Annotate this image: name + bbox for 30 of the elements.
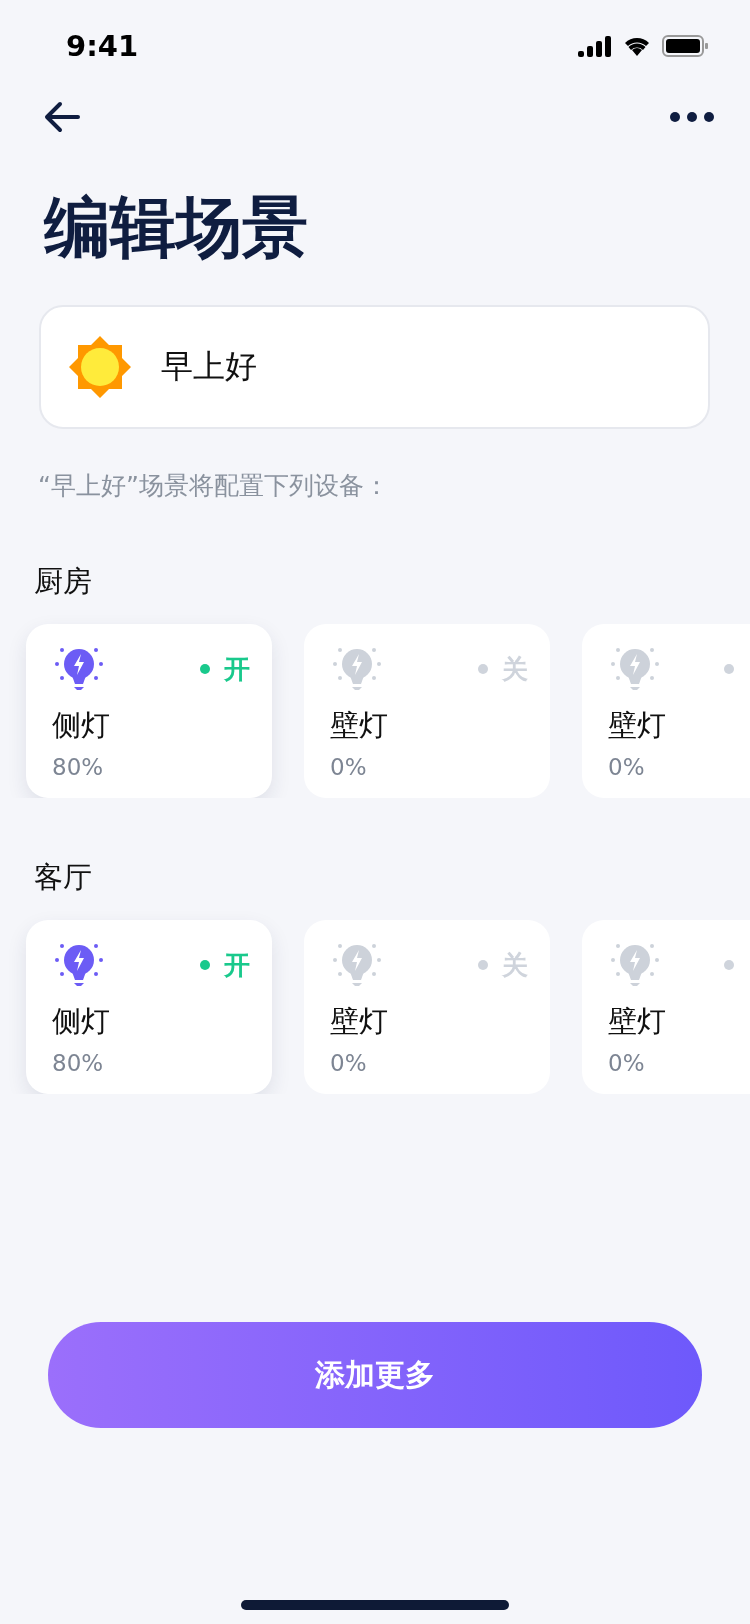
device-level: 0% [330, 1050, 368, 1077]
device-name: 侧灯 [52, 1003, 111, 1041]
device-card[interactable]: 壁灯 0% [582, 920, 750, 1095]
scene-name-field[interactable]: 早上好 [39, 305, 710, 430]
device-name: 壁灯 [330, 707, 389, 745]
signal-icon [578, 35, 612, 57]
room-heading: 厨房 [34, 563, 93, 601]
more-icon[interactable] [670, 112, 714, 122]
device-name: 壁灯 [608, 707, 667, 745]
device-level: 80% [52, 754, 105, 781]
room-heading: 客厅 [34, 859, 93, 897]
device-name: 壁灯 [330, 1003, 389, 1041]
page-title: 编辑场景 [44, 188, 309, 268]
status-time: 9:41 [66, 29, 139, 63]
status-label: 开 [224, 948, 250, 982]
back-icon[interactable] [44, 101, 80, 133]
device-card[interactable]: 开 侧灯 80% [26, 624, 272, 799]
device-level: 0% [608, 1050, 646, 1077]
device-name: 壁灯 [608, 1003, 667, 1041]
device-card[interactable]: 壁灯 0% [582, 624, 750, 799]
scene-caption: “早上好”场景将配置下列设备： [38, 470, 390, 503]
add-more-button[interactable]: 添加更多 [48, 1322, 702, 1428]
device-card[interactable]: 开 侧灯 80% [26, 920, 272, 1095]
device-level: 0% [330, 754, 368, 781]
sun-icon [69, 336, 131, 399]
battery-icon [662, 35, 708, 57]
status-label: 开 [224, 652, 250, 686]
device-level: 80% [52, 1050, 105, 1077]
device-name: 侧灯 [52, 707, 111, 745]
device-level: 0% [608, 754, 646, 781]
